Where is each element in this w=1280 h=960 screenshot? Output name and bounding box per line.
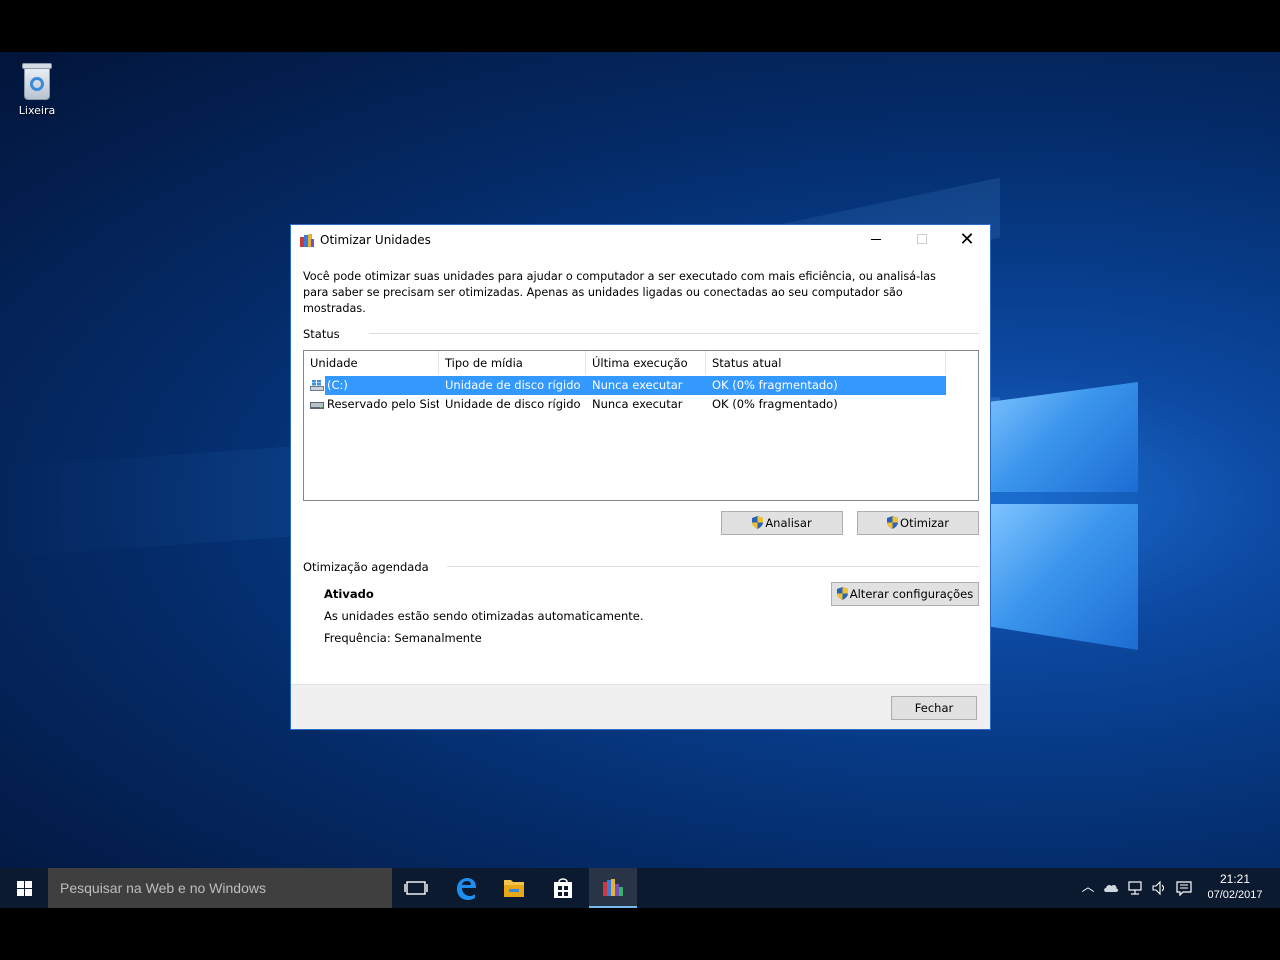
- network-tray-icon[interactable]: [1127, 880, 1143, 896]
- system-drive-icon: [310, 380, 324, 391]
- onedrive-tray-icon[interactable]: [1103, 880, 1119, 896]
- divider: [369, 333, 979, 334]
- bottom-black-bar: [0, 908, 1280, 960]
- minimize-icon: [871, 239, 881, 240]
- cloud-icon: [1104, 884, 1119, 892]
- close-window-button[interactable]: ✕: [944, 225, 990, 255]
- schedule-detail: As unidades estão sendo otimizadas autom…: [324, 609, 644, 623]
- uac-shield-icon: [887, 516, 899, 529]
- table-row-reserved[interactable]: Reservado pelo Sist... Unidade de disco …: [304, 395, 946, 414]
- analyze-button[interactable]: Analisar: [721, 511, 843, 535]
- close-button[interactable]: Fechar: [891, 696, 977, 720]
- change-settings-button[interactable]: Alterar configurações: [831, 582, 979, 606]
- schedule-state: Ativado: [324, 587, 374, 601]
- hard-drive-icon: [310, 402, 324, 409]
- description-text: Você pode otimizar suas unidades para aj…: [303, 270, 936, 315]
- recycle-bin-desktop-icon[interactable]: Lixeira: [12, 60, 62, 117]
- speaker-icon: [1152, 880, 1165, 896]
- close-icon: ✕: [959, 229, 975, 250]
- clock-date[interactable]: 07/02/2017: [1196, 889, 1274, 901]
- uac-shield-icon: [752, 516, 764, 529]
- cell-media-type: Unidade de disco rígido: [445, 397, 581, 411]
- title-bar[interactable]: Otimizar Unidades ✕: [291, 225, 990, 255]
- cell-current-status: OK (0% fragmentado): [712, 397, 838, 411]
- divider: [447, 566, 979, 567]
- show-hidden-icons-button[interactable]: ︿: [1080, 880, 1096, 896]
- status-section-label: Status: [303, 327, 340, 341]
- optimize-drives-taskbar-button[interactable]: [589, 868, 637, 908]
- search-input[interactable]: Pesquisar na Web e no Windows: [48, 868, 392, 908]
- defrag-app-icon: [603, 879, 623, 896]
- optimize-button[interactable]: Otimizar: [857, 511, 979, 535]
- maximize-icon: [917, 234, 927, 244]
- cell-last-run: Nunca executar: [592, 397, 683, 411]
- file-explorer-taskbar-button[interactable]: [490, 868, 538, 908]
- windows-logo-wallpaper: [990, 352, 1140, 662]
- store-taskbar-button[interactable]: [539, 868, 587, 908]
- uac-shield-icon: [836, 587, 848, 600]
- window-title: Otimizar Unidades: [320, 233, 431, 247]
- start-button[interactable]: [0, 868, 48, 908]
- folder-icon: [504, 880, 524, 897]
- drives-list[interactable]: Unidade Tipo de mídia Última execução St…: [303, 350, 979, 501]
- clock-time[interactable]: 21:21: [1196, 872, 1274, 886]
- optimize-label: Otimizar: [900, 516, 949, 530]
- taskbar: Pesquisar na Web e no Windows ︿ 21:21 07…: [0, 868, 1280, 908]
- column-header-media-type[interactable]: Tipo de mídia: [439, 351, 586, 375]
- cell-drive: Reservado pelo Sist...: [327, 397, 439, 411]
- column-header-current-status[interactable]: Status atual: [706, 351, 946, 375]
- analyze-label: Analisar: [765, 516, 812, 530]
- top-black-bar: [0, 0, 1280, 52]
- cell-last-run: Nunca executar: [592, 378, 683, 392]
- chevron-up-icon: ︿: [1081, 880, 1095, 895]
- cell-media-type: Unidade de disco rígido: [445, 378, 581, 392]
- schedule-frequency: Frequência: Semanalmente: [324, 631, 482, 645]
- cell-drive: (C:): [327, 378, 348, 392]
- schedule-section-label: Otimização agendada: [303, 560, 429, 574]
- notification-icon: [1176, 881, 1192, 897]
- recycle-bin-label: Lixeira: [18, 104, 56, 117]
- table-row-drive-c[interactable]: (C:) Unidade de disco rígido Nunca execu…: [304, 376, 946, 395]
- maximize-button: [899, 225, 945, 255]
- column-header-drive[interactable]: Unidade: [304, 351, 439, 375]
- action-center-button[interactable]: [1176, 880, 1192, 897]
- change-settings-label: Alterar configurações: [849, 587, 974, 601]
- task-view-button[interactable]: [392, 868, 440, 908]
- task-view-icon: [404, 881, 428, 895]
- recycle-bin-icon: [20, 60, 54, 100]
- network-icon: [1128, 881, 1142, 895]
- minimize-button[interactable]: [853, 225, 899, 255]
- edge-taskbar-button[interactable]: [442, 868, 490, 908]
- list-header: Unidade Tipo de mídia Última execução St…: [304, 351, 946, 375]
- optimize-drives-window: Otimizar Unidades ✕ Você pode otimizar s…: [290, 224, 991, 730]
- volume-tray-icon[interactable]: [1151, 880, 1167, 896]
- column-header-last-run[interactable]: Última execução: [586, 351, 706, 375]
- store-bag-icon: [554, 878, 572, 898]
- defrag-app-icon: [300, 234, 314, 247]
- dialog-footer: Fechar: [291, 684, 990, 729]
- cell-current-status: OK (0% fragmentado): [712, 378, 838, 392]
- edge-icon: [457, 878, 476, 900]
